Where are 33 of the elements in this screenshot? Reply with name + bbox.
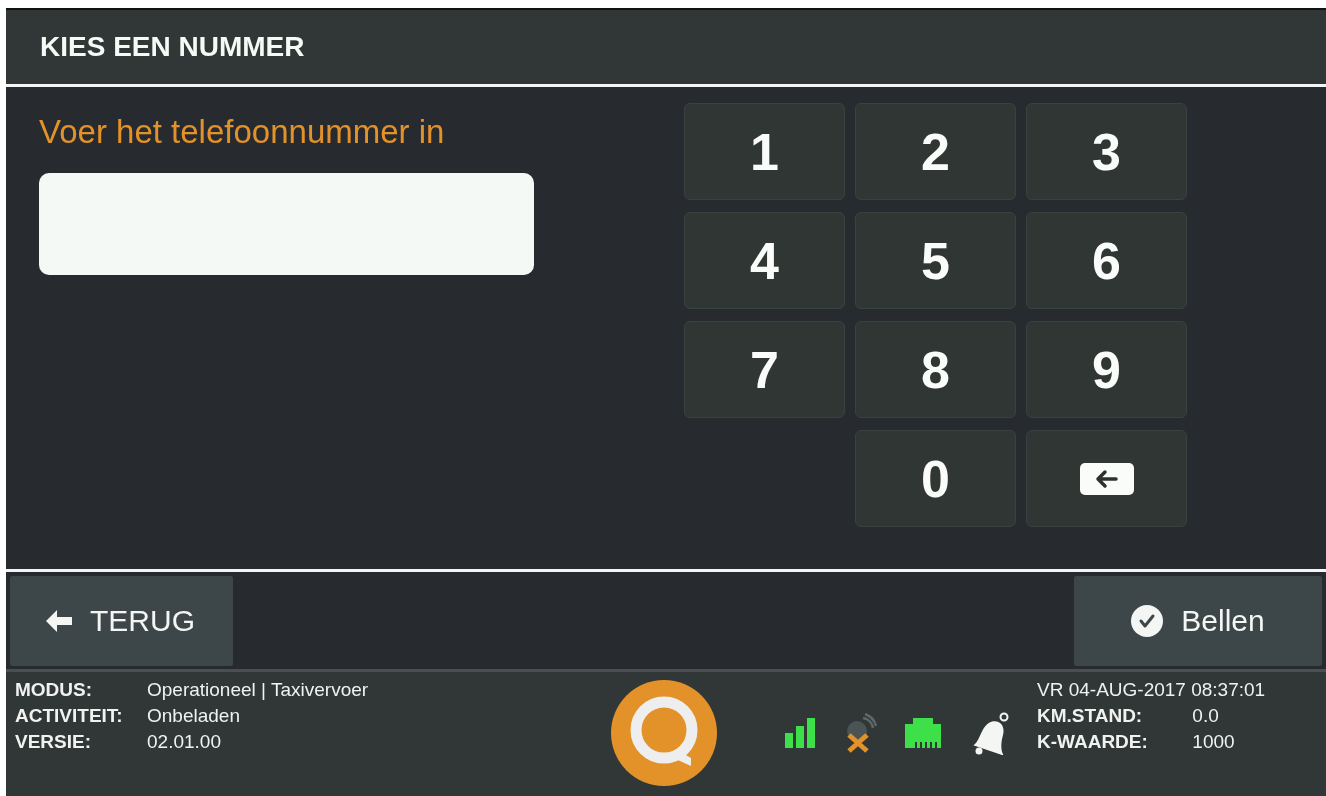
backspace-key[interactable] <box>1026 430 1187 527</box>
digit-key[interactable]: 2 <box>855 103 1016 200</box>
status-label: KM.STAND: <box>1037 704 1144 728</box>
digit-key[interactable]: 0 <box>855 430 1016 527</box>
field-label: Voer het telefoonnummer in <box>39 113 446 151</box>
signal-bars-icon <box>785 718 815 748</box>
status-label: ACTIVITEIT: <box>15 704 124 728</box>
digit-key[interactable]: 3 <box>1026 103 1187 200</box>
digit-key[interactable]: 8 <box>855 321 1016 418</box>
status-value: 02.01.00 <box>147 730 222 754</box>
date-time: VR 04-AUG-2017 08:37:01 <box>1037 678 1266 702</box>
network-port-icon <box>905 718 941 748</box>
digit-key[interactable]: 7 <box>684 321 845 418</box>
status-value: Operationeel | Taxivervoer <box>147 678 370 702</box>
arrow-left-icon <box>46 609 72 632</box>
digit-key[interactable]: 1 <box>684 103 845 200</box>
digit-key[interactable]: 5 <box>855 212 1016 309</box>
phone-number-field[interactable] <box>39 173 534 275</box>
status-value: Onbeladen <box>147 704 241 728</box>
back-button[interactable]: TERUG <box>10 575 233 666</box>
digit-key[interactable]: 9 <box>1026 321 1187 418</box>
screen-title: KIES EEN NUMMER <box>40 31 305 63</box>
status-value: 0.0 <box>1192 704 1220 728</box>
q-logo-icon <box>611 680 717 786</box>
status-label: K-WAARDE: <box>1037 730 1149 754</box>
digit-key[interactable]: 4 <box>684 212 845 309</box>
digit-key[interactable]: 6 <box>1026 212 1187 309</box>
status-value: 1000 <box>1192 730 1236 754</box>
check-circle-icon <box>1131 604 1164 637</box>
status-label: MODUS: <box>15 678 94 702</box>
call-button[interactable]: Bellen <box>1074 575 1322 666</box>
status-label: VERSIE: <box>15 730 93 754</box>
backspace-icon <box>1079 462 1134 495</box>
